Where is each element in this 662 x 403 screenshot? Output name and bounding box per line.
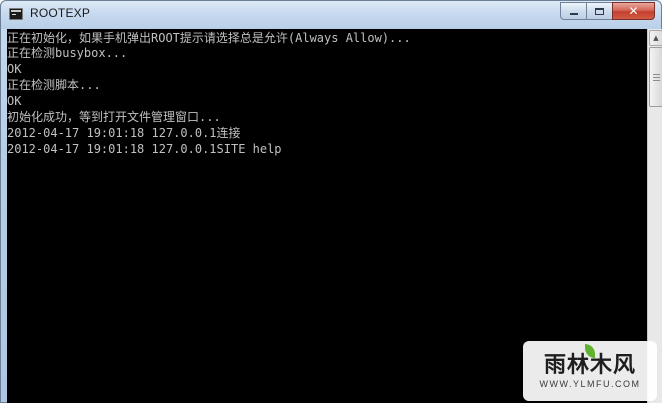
close-icon: ✕ xyxy=(628,4,639,18)
close-button[interactable]: ✕ xyxy=(612,2,655,20)
minimize-icon xyxy=(569,13,578,15)
scroll-thumb[interactable] xyxy=(649,47,662,107)
watermark-logo: 雨林木风 xyxy=(543,353,636,378)
title-bar[interactable]: ROOTEXP ✕ xyxy=(1,1,661,29)
console-line: 正在初始化，如果手机弹出ROOT提示请选择总是允许(Always Allow).… xyxy=(7,31,411,45)
minimize-button[interactable] xyxy=(560,2,586,20)
caption-buttons: ✕ xyxy=(560,2,655,21)
window-title: ROOTEXP xyxy=(30,6,91,20)
grip-line xyxy=(653,80,660,81)
watermark-url: WWW.YLMFU.COM xyxy=(539,379,641,389)
console-line: 2012-04-17 19:01:18 127.0.0.1连接 xyxy=(7,126,241,140)
console-icon[interactable] xyxy=(9,8,23,20)
maximize-icon xyxy=(595,7,604,15)
console-line: OK xyxy=(7,62,22,76)
maximize-button[interactable] xyxy=(586,2,612,20)
chevron-up-icon: ▲ xyxy=(653,34,659,42)
console-line: 正在检测脚本... xyxy=(7,78,101,92)
console-line: 正在检测busybox... xyxy=(7,46,128,60)
watermark: 雨林木风 WWW.YLMFU.COM xyxy=(523,341,657,401)
grip-line xyxy=(653,77,660,78)
console-line: 2012-04-17 19:01:18 127.0.0.1SITE help xyxy=(7,142,282,156)
grip-line xyxy=(653,74,660,75)
console-line: OK xyxy=(7,94,22,108)
console-line: 初始化成功，等到打开文件管理窗口... xyxy=(7,110,221,124)
scroll-up-button[interactable]: ▲ xyxy=(649,30,662,46)
console-window: ROOTEXP ✕ 正在初始化，如果手机弹出ROOT提示请选择总是允许(Alwa… xyxy=(0,0,662,403)
